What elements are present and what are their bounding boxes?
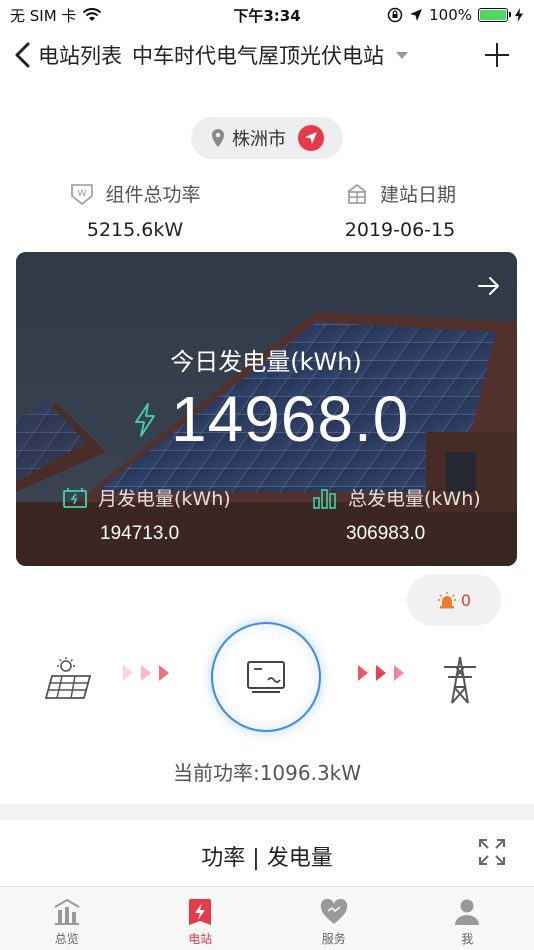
heart-service-icon (320, 898, 347, 924)
current-power: 当前功率:1096.3kW (172, 761, 362, 785)
chevron-left-icon (15, 42, 30, 68)
back-button[interactable]: 电站列表 (12, 40, 122, 70)
tab-service-label: 服务 (321, 931, 346, 946)
generation-hero-card[interactable]: 今日发电量(kWh) 14968.0 月发电量(kWh) 194713.0 总发… (16, 252, 517, 566)
total-generation-label-row: 总发电量(kWh) (312, 484, 481, 511)
fullscreen-expand-icon[interactable] (478, 838, 506, 866)
back-label: 电站列表 (38, 44, 122, 68)
rotation-lock-icon (387, 7, 403, 23)
section-divider (0, 804, 534, 820)
tab-service[interactable]: 服务 (267, 887, 401, 950)
building-icon (347, 183, 367, 204)
bottom-tab-bar: 总览 电站 服务 我 (0, 886, 534, 950)
tab-station[interactable]: 电站 (134, 887, 268, 950)
component-power-info: W 组件总功率 5215.6kW (60, 180, 210, 241)
flow-arrows-out (358, 665, 404, 681)
battery-icon (478, 8, 511, 22)
battery-charge-icon (63, 487, 87, 508)
month-generation: 月发电量(kWh) 194713.0 (62, 484, 231, 545)
add-button[interactable] (482, 40, 512, 70)
inverter-icon (247, 661, 285, 693)
status-left: 无 SIM 卡 (10, 5, 102, 26)
month-generation-label-row: 月发电量(kWh) (62, 484, 231, 511)
alarm-siren-icon (437, 592, 456, 609)
shield-w-icon: W (71, 183, 94, 205)
lightning-icon (135, 403, 155, 437)
nav-bar: 电站列表 中车时代电气屋顶光伏电站 (0, 30, 534, 80)
flow-arrow-icon (376, 665, 386, 681)
navigate-icon[interactable] (298, 125, 324, 151)
today-generation-value: 14968.0 (171, 383, 410, 455)
flow-arrow-icon (123, 665, 133, 681)
station-title[interactable]: 中车时代电气屋顶光伏电站 (132, 40, 384, 70)
component-power-value: 5215.6kW (86, 219, 184, 241)
build-date-value: 2019-06-15 (344, 219, 456, 241)
tab-overview-label: 总览 (54, 931, 79, 946)
battery-percent: 100% (429, 6, 472, 24)
total-generation-label: 总发电量(kWh) (348, 488, 481, 510)
station-bolt-icon (189, 898, 212, 925)
wifi-icon (83, 8, 102, 21)
build-date-info: 建站日期 2019-06-15 (330, 180, 470, 241)
flow-arrow-icon (159, 665, 169, 681)
status-right: 100% (387, 6, 524, 24)
power-generation-tab-title[interactable]: 功率 | 发电量 (0, 840, 534, 872)
total-generation: 总发电量(kWh) 306983.0 (312, 484, 481, 545)
charging-bolt-icon (515, 8, 523, 22)
tab-overview[interactable]: 总览 (0, 887, 134, 950)
month-generation-label: 月发电量(kWh) (98, 488, 231, 510)
location-pill[interactable]: 株洲市 (191, 117, 343, 159)
arrow-right-icon[interactable] (477, 276, 501, 296)
build-date-label: 建站日期 (379, 184, 456, 206)
inverter-button[interactable] (211, 622, 321, 732)
power-grid-tower-icon (444, 656, 476, 704)
build-date-label-row: 建站日期 (330, 180, 470, 207)
month-generation-value: 194713.0 (100, 523, 180, 544)
flow-arrow-icon (394, 665, 404, 681)
city-name: 株洲市 (232, 129, 286, 150)
navigate-arrow-icon (305, 132, 317, 144)
overview-chart-icon (54, 898, 80, 925)
total-generation-value: 306983.0 (346, 523, 426, 544)
alarm-count: 0 (460, 590, 472, 610)
alarm-button[interactable]: 0 (407, 574, 501, 626)
flow-arrow-icon (141, 665, 151, 681)
location-services-icon (410, 9, 423, 21)
user-profile-icon (455, 899, 480, 925)
flow-arrows-in (123, 665, 169, 681)
tab-me[interactable]: 我 (401, 887, 534, 950)
carrier-text: 无 SIM 卡 (10, 6, 77, 25)
component-power-label-row: W 组件总功率 (60, 180, 210, 207)
caret-down-icon[interactable] (396, 51, 408, 59)
tab-me-label: 我 (461, 931, 474, 946)
flow-arrow-icon (358, 665, 368, 681)
bar-chart-icon (313, 488, 336, 509)
today-generation-label: 今日发电量(kWh) (170, 348, 362, 376)
tab-station-label: 电站 (188, 931, 213, 946)
map-pin-icon (212, 129, 224, 147)
component-power-label: 组件总功率 (105, 184, 201, 206)
svg-text:W: W (78, 189, 87, 199)
solar-panel-icon (44, 657, 92, 699)
status-bar: 无 SIM 卡 下午3:34 100% (0, 0, 534, 30)
